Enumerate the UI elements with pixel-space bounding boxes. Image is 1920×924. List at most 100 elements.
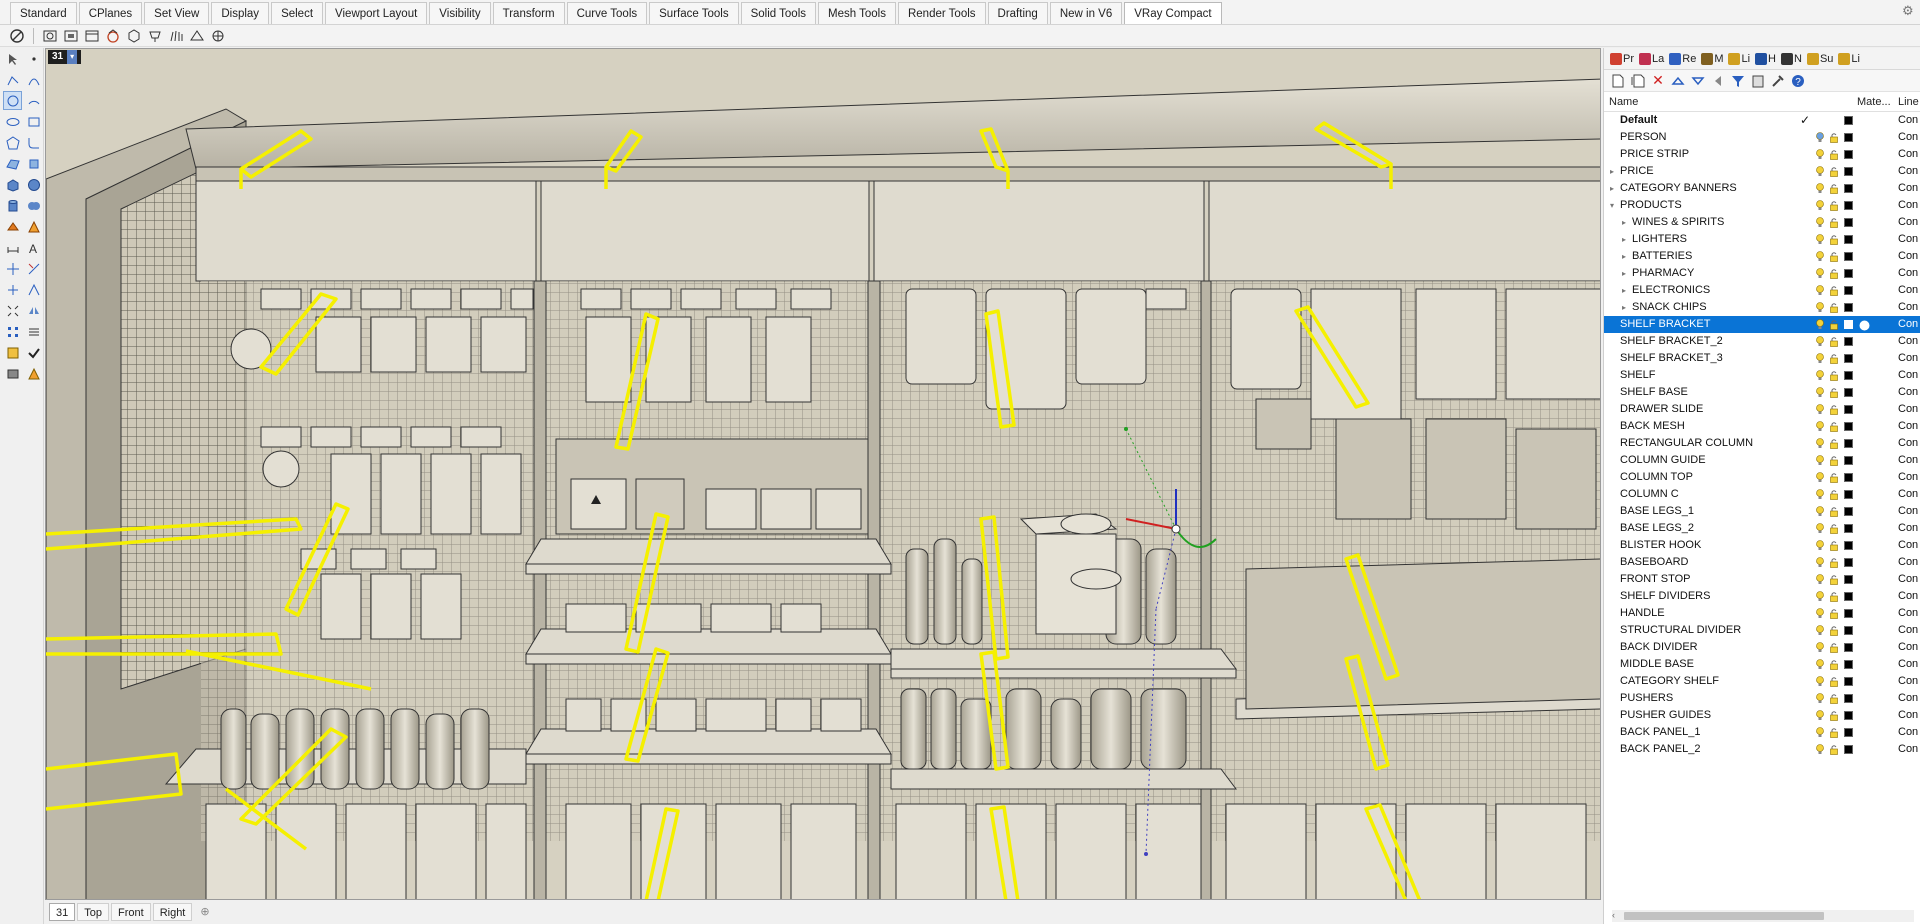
- layer-name[interactable]: PRICE: [1620, 163, 1654, 180]
- polyline-icon[interactable]: [3, 70, 22, 89]
- lock-icon[interactable]: [1829, 353, 1839, 364]
- visibility-bulb-icon[interactable]: [1815, 608, 1825, 619]
- perspective-viewport[interactable]: 31 ▾: [45, 48, 1601, 900]
- new-sublayer-icon[interactable]: [1630, 73, 1646, 89]
- tab-viewport-layout[interactable]: Viewport Layout: [325, 2, 428, 24]
- tab-select[interactable]: Select: [271, 2, 324, 24]
- viewport-tab-31[interactable]: 31: [49, 903, 76, 921]
- panel-tab-lights[interactable]: Li: [1836, 50, 1862, 68]
- layer-linetype[interactable]: Con: [1898, 605, 1918, 622]
- layer-row[interactable]: ▸ CATEGORY BANNERS Con: [1604, 180, 1920, 197]
- move-up-icon[interactable]: [1670, 73, 1686, 89]
- layer-name[interactable]: PERSON: [1620, 129, 1666, 146]
- layer-row[interactable]: FRONT STOP Con: [1604, 571, 1920, 588]
- layer-name[interactable]: PUSHERS: [1620, 690, 1673, 707]
- expand-arrow-icon[interactable]: ▸: [1610, 180, 1614, 197]
- mesh-tools-icon[interactable]: [24, 217, 43, 236]
- layer-name[interactable]: STRUCTURAL DIVIDER: [1620, 622, 1741, 639]
- layer-linetype[interactable]: Con: [1898, 554, 1918, 571]
- layer-color-swatch[interactable]: [1844, 133, 1853, 142]
- layer-linetype[interactable]: Con: [1898, 112, 1918, 129]
- lock-icon[interactable]: [1829, 370, 1839, 381]
- point-icon[interactable]: [24, 49, 43, 68]
- layer-linetype[interactable]: Con: [1898, 265, 1918, 282]
- layer-name[interactable]: BACK MESH: [1620, 418, 1685, 435]
- lock-icon[interactable]: [1829, 132, 1839, 143]
- visibility-bulb-icon[interactable]: [1815, 557, 1825, 568]
- select-arrow-icon[interactable]: [3, 49, 22, 68]
- layer-color-swatch[interactable]: [1844, 269, 1853, 278]
- dimension-icon[interactable]: [3, 238, 22, 257]
- layer-row[interactable]: SHELF BRACKET_3 Con: [1604, 350, 1920, 367]
- lock-icon[interactable]: [1829, 472, 1839, 483]
- delete-layer-icon[interactable]: ✕: [1650, 72, 1666, 89]
- layer-name[interactable]: PRICE STRIP: [1620, 146, 1689, 163]
- layer-name[interactable]: SHELF BRACKET_3: [1620, 350, 1723, 367]
- layer-name[interactable]: COLUMN TOP: [1620, 469, 1693, 486]
- layer-row[interactable]: PUSHERS Con: [1604, 690, 1920, 707]
- layer-color-swatch[interactable]: [1844, 626, 1853, 635]
- layer-linetype[interactable]: Con: [1898, 129, 1918, 146]
- layer-row[interactable]: BACK MESH Con: [1604, 418, 1920, 435]
- layer-color-swatch[interactable]: [1844, 184, 1853, 193]
- layer-color-swatch[interactable]: [1844, 694, 1853, 703]
- layer-row[interactable]: DRAWER SLIDE Con: [1604, 401, 1920, 418]
- visibility-bulb-icon[interactable]: [1815, 421, 1825, 432]
- lock-icon[interactable]: [1829, 727, 1839, 738]
- tab-display[interactable]: Display: [211, 2, 270, 24]
- layer-linetype[interactable]: Con: [1898, 537, 1918, 554]
- visibility-bulb-icon[interactable]: [1815, 523, 1825, 534]
- layer-color-swatch[interactable]: [1844, 354, 1853, 363]
- layer-name[interactable]: CATEGORY SHELF: [1620, 673, 1719, 690]
- layer-color-swatch[interactable]: [1844, 235, 1853, 244]
- layer-color-swatch[interactable]: [1844, 201, 1853, 210]
- expand-arrow-icon[interactable]: ▸: [1622, 231, 1626, 248]
- layer-color-swatch[interactable]: [1844, 728, 1853, 737]
- layer-color-swatch[interactable]: [1844, 388, 1853, 397]
- layer-linetype[interactable]: Con: [1898, 469, 1918, 486]
- visibility-bulb-icon[interactable]: [1815, 710, 1825, 721]
- join-icon[interactable]: [24, 280, 43, 299]
- lock-icon[interactable]: [1829, 234, 1839, 245]
- circle-icon[interactable]: [3, 91, 22, 110]
- cylinder-icon[interactable]: [3, 196, 22, 215]
- expand-arrow-icon[interactable]: ▸: [1622, 299, 1626, 316]
- trim-icon[interactable]: [24, 259, 43, 278]
- layer-name[interactable]: CATEGORY BANNERS: [1620, 180, 1737, 197]
- layer-linetype[interactable]: Con: [1898, 316, 1918, 333]
- scrollbar-thumb[interactable]: [1624, 912, 1824, 920]
- vray-interactive-icon[interactable]: [62, 27, 80, 45]
- layer-color-swatch[interactable]: [1844, 286, 1853, 295]
- layer-name[interactable]: BACK PANEL_2: [1620, 741, 1701, 758]
- visibility-bulb-icon[interactable]: [1815, 166, 1825, 177]
- lock-icon[interactable]: [1829, 200, 1839, 211]
- layer-row[interactable]: RECTANGULAR COLUMN Con: [1604, 435, 1920, 452]
- mirror-icon[interactable]: [24, 301, 43, 320]
- vray-render-icon[interactable]: [41, 27, 59, 45]
- lock-icon[interactable]: [1829, 591, 1839, 602]
- layer-name[interactable]: COLUMN GUIDE: [1620, 452, 1706, 469]
- visibility-bulb-icon[interactable]: [1815, 472, 1825, 483]
- layer-row[interactable]: BASE LEGS_1 Con: [1604, 503, 1920, 520]
- layer-name[interactable]: SNACK CHIPS: [1632, 299, 1707, 316]
- layer-linetype[interactable]: Con: [1898, 248, 1918, 265]
- tab-visibility[interactable]: Visibility: [429, 2, 491, 24]
- layer-name[interactable]: MIDDLE BASE: [1620, 656, 1694, 673]
- layer-row[interactable]: ▸ LIGHTERS Con: [1604, 231, 1920, 248]
- vray-fur-icon[interactable]: [167, 27, 185, 45]
- layer-linetype[interactable]: Con: [1898, 282, 1918, 299]
- lock-icon[interactable]: [1829, 489, 1839, 500]
- tab-surface-tools[interactable]: Surface Tools: [649, 2, 739, 24]
- layer-color-swatch[interactable]: [1844, 456, 1853, 465]
- layer-linetype[interactable]: Con: [1898, 231, 1918, 248]
- layer-color-swatch[interactable]: [1844, 558, 1853, 567]
- layer-color-swatch[interactable]: [1844, 609, 1853, 618]
- column-linetype-header[interactable]: Line: [1898, 96, 1919, 108]
- lock-icon[interactable]: [1829, 166, 1839, 177]
- layer-color-swatch[interactable]: [1844, 643, 1853, 652]
- layer-name[interactable]: SHELF BRACKET_2: [1620, 333, 1723, 350]
- layer-row[interactable]: ▸ SNACK CHIPS Con: [1604, 299, 1920, 316]
- lock-icon[interactable]: [1829, 676, 1839, 687]
- panel-tab-libraries[interactable]: Li: [1726, 50, 1752, 68]
- layer-color-swatch[interactable]: [1844, 252, 1853, 261]
